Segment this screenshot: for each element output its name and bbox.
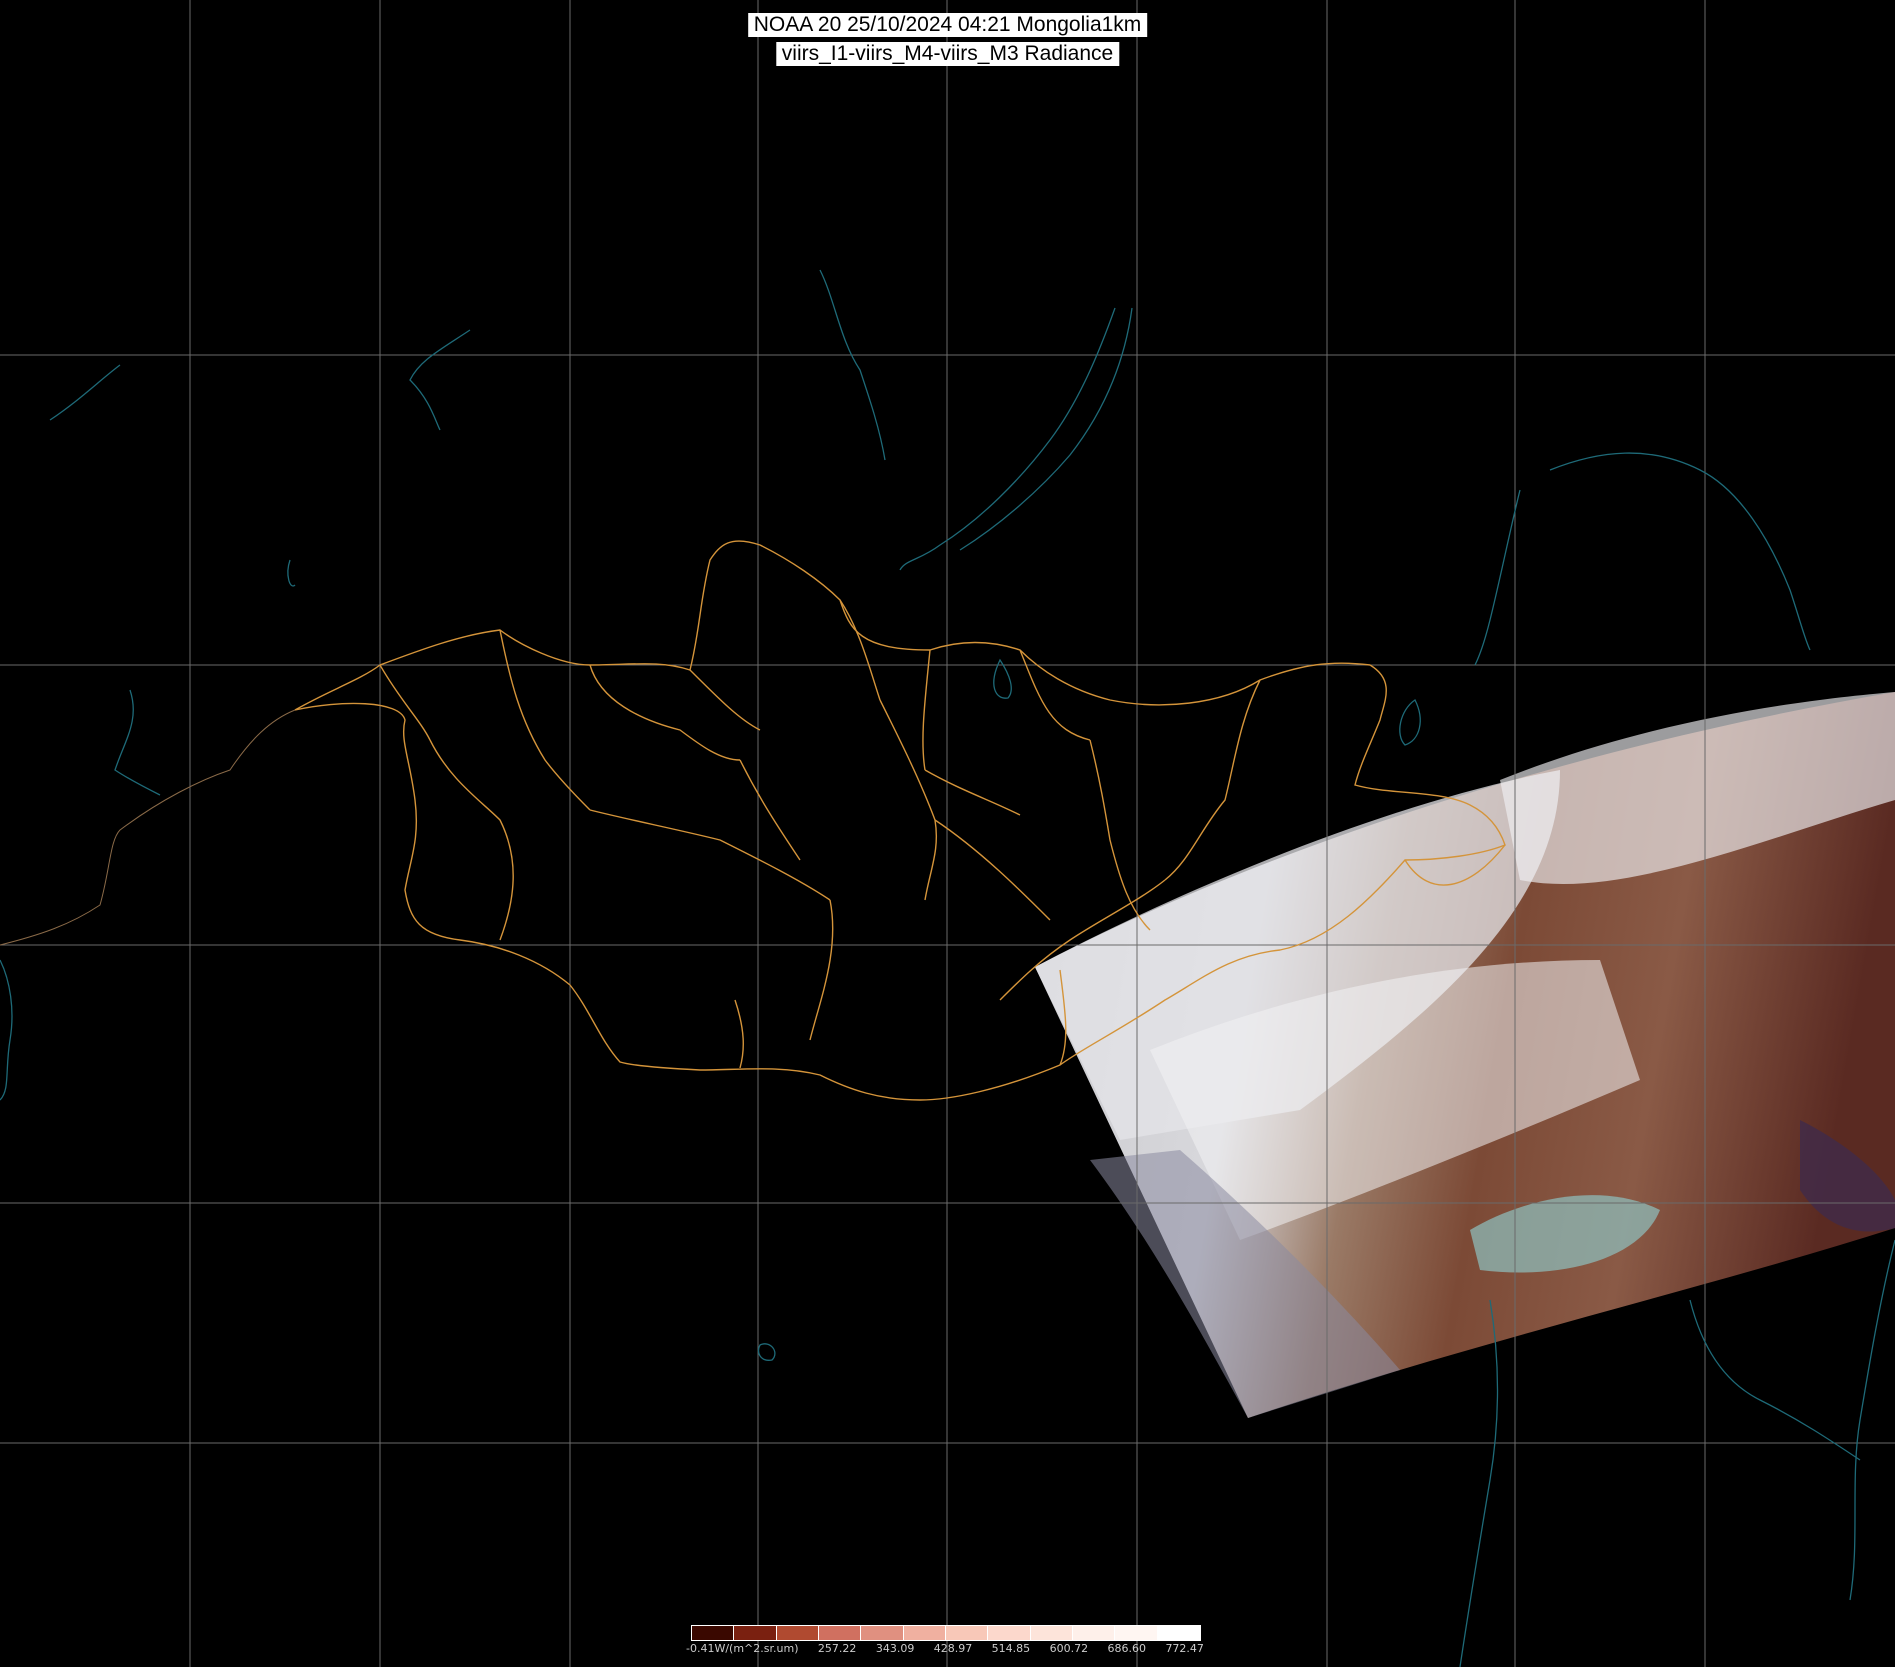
country-border [0, 709, 296, 946]
legend-swatch [1115, 1626, 1158, 1640]
legend-swatch [818, 1626, 862, 1640]
color-legend: -0.41W/(m^2.sr.um) 257.22 343.09 428.97 514.… [686, 1625, 1204, 1667]
legend-swatch [692, 1626, 735, 1640]
legend-swatch [861, 1626, 904, 1640]
legend-tick-label: 772.47 [1165, 1642, 1204, 1655]
legend-color-bar [691, 1625, 1201, 1641]
legend-swatch [988, 1626, 1031, 1640]
legend-swatch [945, 1626, 989, 1640]
legend-swatch [1157, 1626, 1200, 1640]
legend-tick-label: 257.22 [817, 1642, 857, 1655]
map-subtitle: viirs_I1-viirs_M4-viirs_M3 Radiance [775, 42, 1120, 66]
map-title: NOAA 20 25/10/2024 04:21 Mongolia1km [747, 13, 1148, 37]
legend-swatch [903, 1626, 946, 1640]
legend-tick-label: 514.85 [991, 1642, 1031, 1655]
legend-tick-label: -0.41W/(m^2.sr.um) [686, 1642, 799, 1655]
legend-tick-label: 600.72 [1049, 1642, 1089, 1655]
legend-tick-label: 686.60 [1107, 1642, 1147, 1655]
legend-swatch [1072, 1626, 1116, 1640]
legend-swatch [734, 1626, 777, 1640]
legend-swatch [776, 1626, 819, 1640]
satellite-swath [1035, 692, 1895, 1418]
legend-tick-label: 428.97 [933, 1642, 973, 1655]
legend-tick-label: 343.09 [875, 1642, 915, 1655]
legend-labels: -0.41W/(m^2.sr.um) 257.22 343.09 428.97 514.… [686, 1642, 1204, 1655]
satellite-map [0, 0, 1895, 1667]
legend-swatch [1030, 1626, 1073, 1640]
